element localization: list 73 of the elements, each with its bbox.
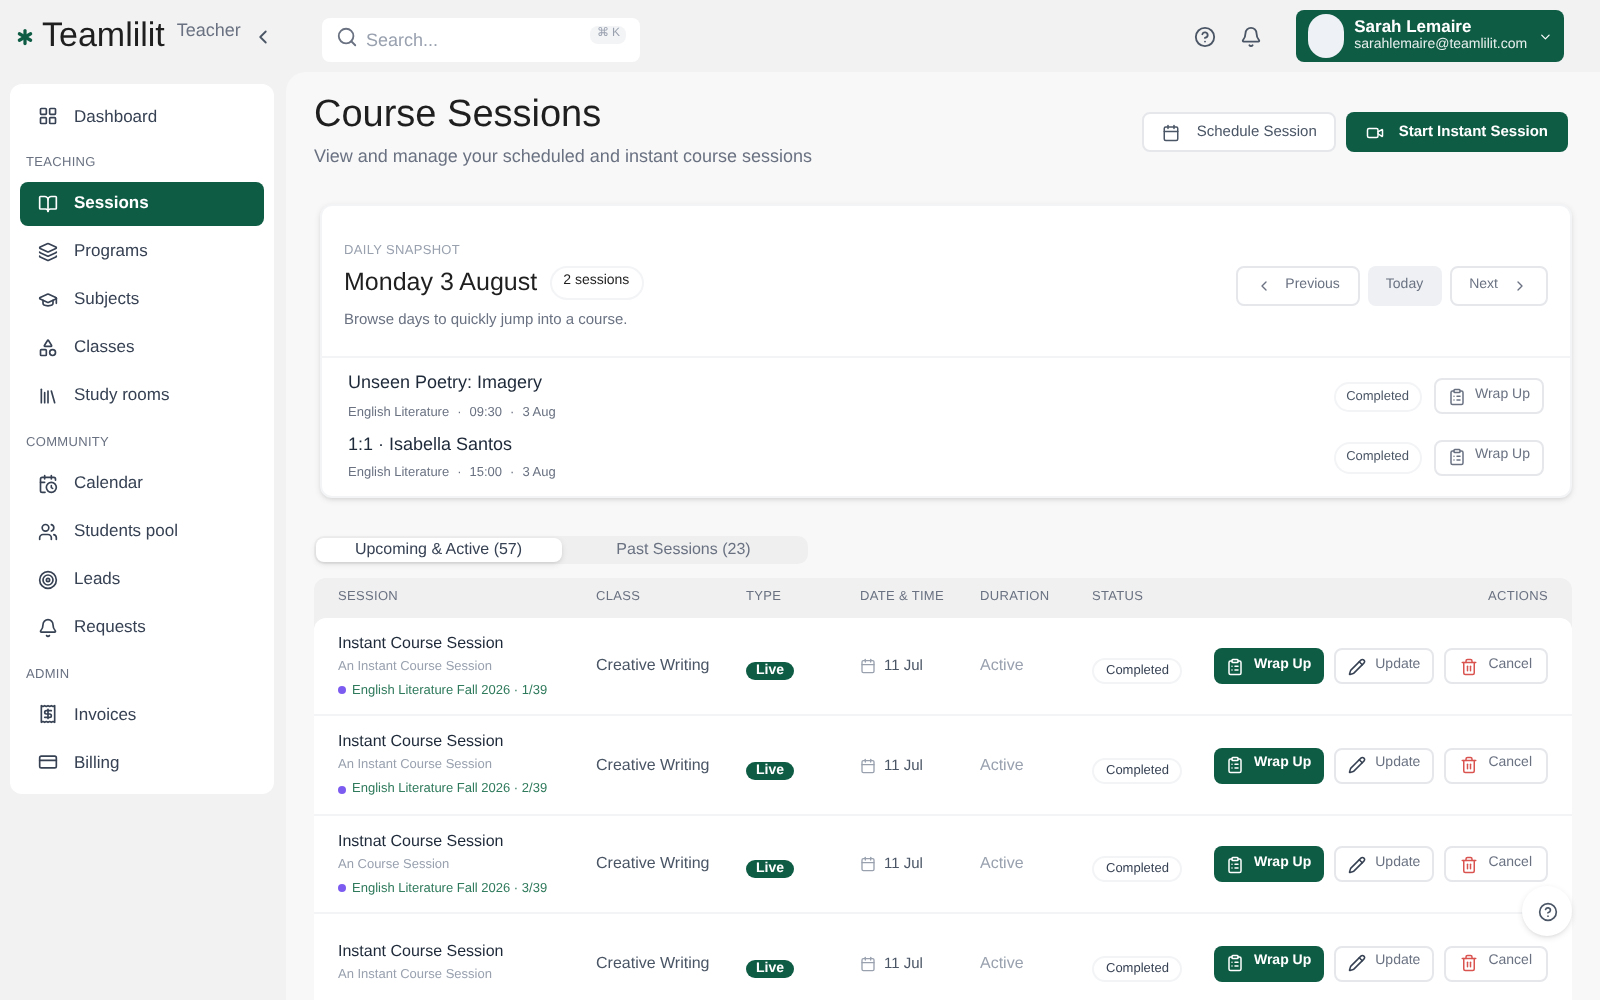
pencil-icon [1347,855,1366,873]
page-subtitle: View and manage your scheduled and instant course sessions [314,144,812,170]
calendar-icon [38,473,58,493]
class-name: Creative Writing [596,753,712,777]
duration: Active [980,951,1026,975]
book-icon [38,193,58,214]
page-title: Course Sessions [314,92,604,140]
chevron-right-icon [1512,277,1528,294]
class-name: Creative Writing [596,852,712,876]
brand-name: Teamlilit [42,14,165,59]
search-icon [336,25,358,47]
sidebar-item[interactable]: Calendar [20,461,264,505]
role-label: Teacher [176,18,241,45]
clipboard-icon [1225,756,1244,774]
snapshot-date: Monday 3 August [344,266,538,301]
shapes-icon [38,337,58,358]
class-name: Creative Writing [596,654,712,678]
tab[interactable]: Past Sessions (23) [561,537,806,562]
clipboard-icon [1225,954,1244,972]
logo-icon [12,23,38,49]
bell-icon [38,617,58,637]
sidebar-item[interactable]: Students pool [20,509,264,553]
clipboard-icon [1225,657,1244,675]
duration: Active [980,852,1026,876]
sidebar-item[interactable]: Requests [20,605,264,649]
users-icon [38,521,58,541]
user-name: Sarah Lemaire [1354,16,1474,36]
grid-icon [38,106,58,126]
calendar-icon [860,658,876,674]
sidebar-item[interactable]: Invoices [20,692,264,737]
session-title: 1:1 · Isabella Santos [348,431,515,457]
help-icon[interactable] [1194,25,1216,47]
duration: Active [980,753,1026,777]
session-title: Instant Course Session [338,940,506,965]
pencil-icon [1347,657,1366,675]
calendar-icon [860,955,876,971]
trash-icon [1460,855,1479,873]
clipboard-icon [1447,448,1465,467]
calendar-icon [860,856,876,872]
class-name: Creative Writing [596,951,712,975]
calendar-icon [1162,123,1181,141]
sidebar-item[interactable]: Programs [20,229,264,274]
pencil-icon [1347,954,1366,972]
tab[interactable]: Upcoming & Active (57) [316,537,561,562]
duration: Active [980,654,1026,678]
graduation-cap-icon [38,289,58,310]
sidebar-item[interactable]: Leads [20,557,264,601]
sidebar-item[interactable]: Subjects [20,277,264,322]
help-icon [1537,901,1557,921]
avatar [1308,14,1345,58]
notifications-icon[interactable] [1240,25,1262,47]
sidebar-item[interactable]: Billing [20,740,264,785]
sidebar-item[interactable]: Sessions [20,181,264,226]
clipboard-icon [1225,855,1244,873]
library-icon [38,385,58,406]
session-title: Instant Course Session [338,631,506,656]
trash-icon [1460,756,1479,774]
session-title: Instnat Course Session [338,829,506,854]
session-title: Unseen Poetry: Imagery [348,370,545,397]
receipt-icon [38,704,58,725]
sidebar-item[interactable]: Study rooms [20,373,264,418]
session-title: Instant Course Session [338,730,506,755]
trash-icon [1460,954,1479,972]
sidebar-item[interactable]: Classes [20,325,264,370]
sidebar-item[interactable]: Dashboard [20,94,264,138]
target-icon [38,569,58,589]
video-camera-icon [1366,123,1385,141]
trash-icon [1460,657,1479,675]
calendar-icon [860,757,876,773]
clipboard-icon [1447,387,1465,406]
layers-icon [38,241,58,262]
credit-card-icon [38,752,58,773]
pencil-icon [1347,756,1366,774]
